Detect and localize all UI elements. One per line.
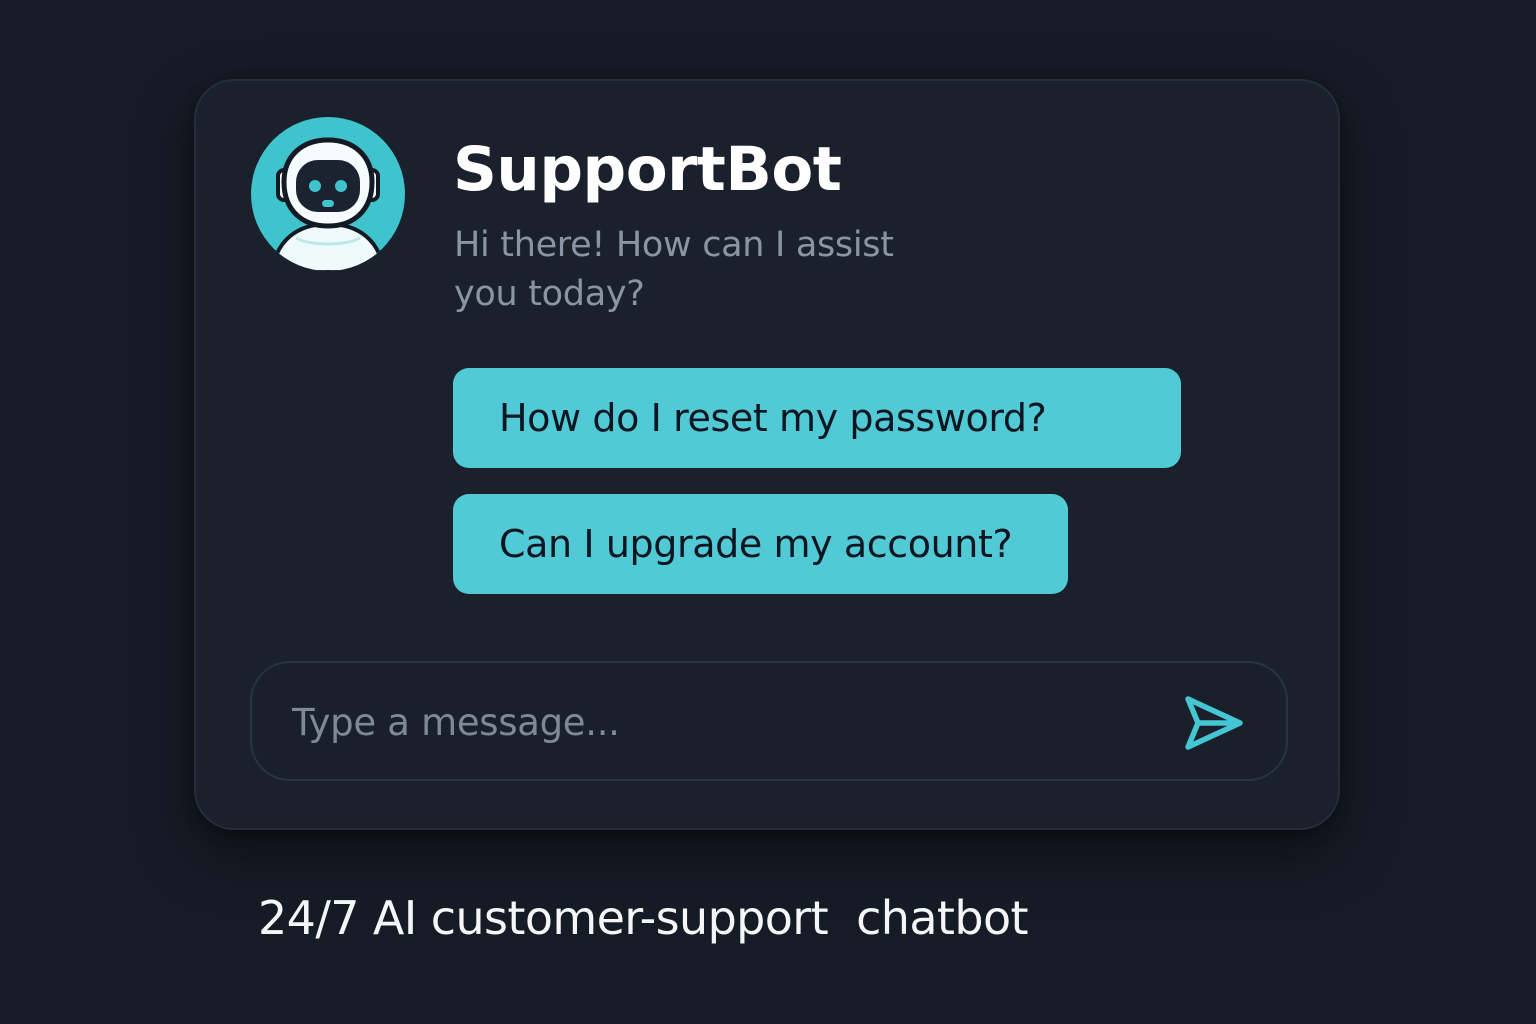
message-input[interactable] [290,685,1154,759]
message-composer [250,661,1288,781]
caption-text: 24/7 AI customer-support chatbot [258,891,1029,945]
suggestion-upgrade-account-button[interactable]: Can I upgrade my account? [453,494,1068,594]
chat-widget: SupportBot Hi there! How can I assist yo… [194,79,1340,830]
bot-greeting: Hi there! How can I assist you today? [454,225,894,314]
send-button[interactable] [1182,691,1246,751]
send-icon [1185,696,1243,750]
robot-avatar-icon [250,116,406,272]
bot-name: SupportBot [453,134,842,205]
suggestion-reset-password-button[interactable]: How do I reset my password? [453,368,1181,468]
